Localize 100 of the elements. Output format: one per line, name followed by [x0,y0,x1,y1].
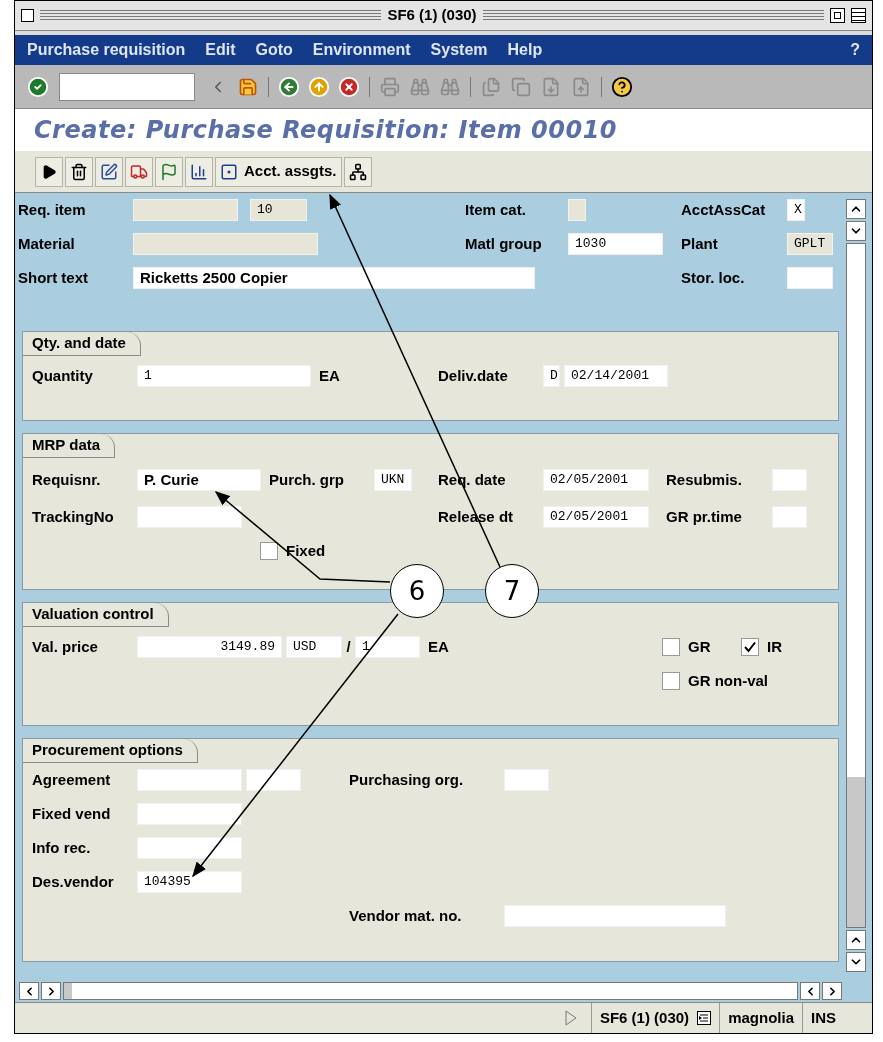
input-field[interactable] [772,506,807,528]
group-title: Valuation control [23,603,169,627]
checkbox[interactable] [741,638,759,656]
input-field[interactable]: UKN [374,469,412,491]
input-field[interactable]: 104395 [137,871,242,893]
group-title: MRP data [23,434,116,458]
input-field[interactable] [137,837,242,859]
menu-item[interactable]: Help [507,38,543,62]
command-field[interactable] [59,72,195,101]
delivery-button[interactable] [125,156,153,187]
field-label: Agreement [32,771,111,788]
checkbox[interactable] [662,672,680,690]
input-field[interactable] [246,769,301,791]
check-icon [743,641,757,653]
scroll-up-button[interactable] [846,930,866,950]
field-label: Stor. loc. [681,269,745,286]
checkbox[interactable] [260,542,278,560]
input-field[interactable]: 1030 [568,233,663,255]
menu-item[interactable]: Purchase requisition [27,38,186,62]
input-field[interactable]: 02/05/2001 [543,506,649,528]
collapse-box-icon[interactable] [851,8,866,23]
checkbox-label: IR [767,636,782,657]
field-label: Val. price [32,638,98,655]
input-field[interactable] [772,469,807,491]
slash-text: / [345,636,352,657]
field-label: Purchasing org. [349,771,464,788]
list-icon[interactable] [697,1011,712,1025]
input-field[interactable] [137,803,242,825]
input-field[interactable]: 02/05/2001 [543,469,649,491]
field-label: Info rec. [32,839,91,856]
menu-item[interactable]: Goto [255,38,293,62]
field-label: Purch. grp [269,471,344,488]
input-field[interactable]: 1 [137,365,311,387]
input-field[interactable]: 1 [355,636,420,658]
field-label: Requisnr. [32,471,101,488]
input-field[interactable]: X [787,199,805,221]
unit-text: EA [428,636,450,657]
expand-arrow-icon[interactable] [564,1010,577,1026]
detail-button[interactable] [35,156,63,187]
play-icon [41,163,57,180]
input-field[interactable]: Ricketts 2500 Copier [133,267,535,289]
input-field[interactable]: 3149.89 [137,636,282,658]
flag-icon [160,162,178,181]
scroll-right-button[interactable] [822,982,842,1000]
field-label: AcctAssCat [681,201,766,218]
field-label: Item cat. [465,201,526,218]
menu-item[interactable]: Edit [205,38,236,62]
scroll-up-button[interactable] [846,199,866,219]
menu-item[interactable]: Environment [312,38,411,62]
screen-title: Create: Purchase Requisition: Item 00010 [34,115,618,146]
scroll-left-button[interactable] [800,982,820,1000]
zoom-box-icon[interactable] [830,8,845,23]
help-menu-item[interactable]: ? [850,38,860,62]
menu-item[interactable]: System [430,38,488,62]
field-label: Fixed vend [32,805,111,822]
input-field[interactable] [137,506,242,528]
field-label: Req. item [18,201,86,218]
chart-button[interactable] [185,156,213,187]
input-field[interactable] [504,769,549,791]
delete-button[interactable] [65,156,93,187]
window-title: SF6 (1) (030) [387,5,477,26]
field-label: TrackingNo [32,508,114,525]
truck-icon [130,162,148,181]
input-field[interactable]: USD [286,636,342,658]
scroll-down-button[interactable] [846,221,866,241]
vertical-scrollbar[interactable] [844,199,868,972]
horizontal-scrollbar[interactable] [63,982,798,1000]
scroll-down-button[interactable] [846,952,866,972]
structure-button[interactable] [343,156,372,187]
edit-button[interactable] [95,156,123,187]
field-label: Vendor mat. no. [349,907,462,924]
flag-button[interactable] [155,156,183,187]
checkbox-label: Fixed [286,540,326,561]
field-label: Quantity [32,367,93,384]
field-label: Deliv.date [438,367,508,384]
scroll-track[interactable] [846,243,866,928]
scroll-left-button[interactable] [19,982,39,1000]
group-title: Procurement options [23,739,198,763]
account-assignments-button[interactable]: Acct. assgts. [215,156,342,187]
field-label: GR pr.time [666,508,742,525]
hierarchy-icon [348,162,367,181]
input-field[interactable] [504,905,726,927]
trash-icon [70,162,88,181]
close-box-icon[interactable] [21,9,34,22]
checkbox-label: GR non-val [688,670,768,691]
checkbox-label: GR [688,636,711,657]
bar-chart-icon [190,162,208,181]
checkbox[interactable] [662,638,680,656]
unit-text: EA [319,365,341,386]
field-label: Short text [18,269,88,286]
field-label: Matl group [465,235,542,252]
input-field[interactable] [137,769,242,791]
server-text: magnolia [719,1003,802,1033]
scroll-right-button[interactable] [41,982,61,1000]
input-field[interactable]: P. Curie [137,469,261,491]
input-field[interactable] [787,267,833,289]
field-label: Resubmis. [666,471,742,488]
field-label: Des.vendor [32,873,114,890]
input-field[interactable]: D [543,365,560,387]
input-field[interactable]: 02/14/2001 [564,365,668,387]
